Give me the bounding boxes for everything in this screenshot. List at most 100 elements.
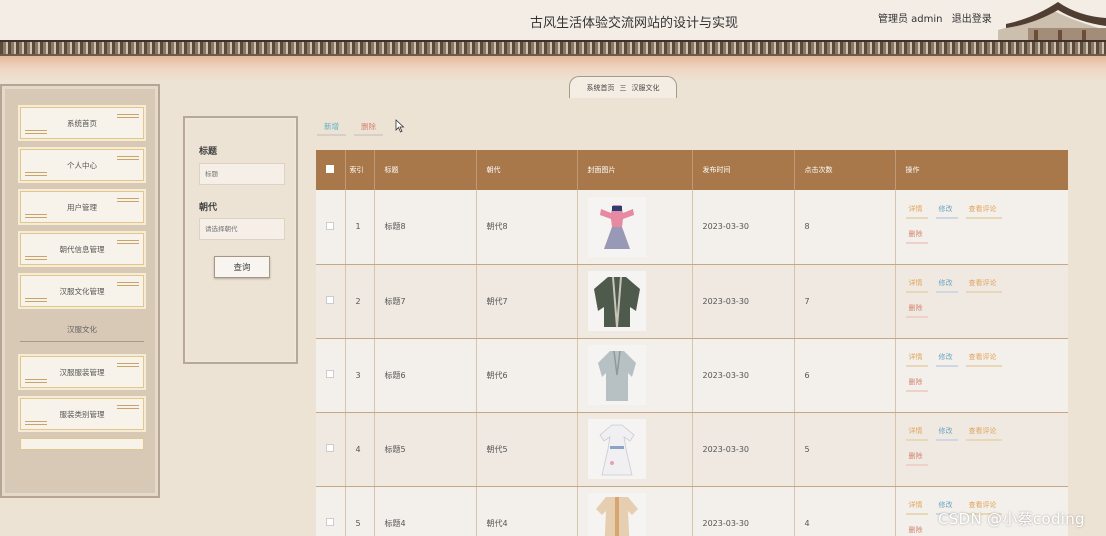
- row-actions: 详情 修改 查看评论删除: [895, 338, 1068, 413]
- edit-button[interactable]: 修改: [935, 424, 958, 441]
- row-checkbox[interactable]: [326, 221, 334, 230]
- breadcrumb: 系统首页 三 汉服文化: [569, 76, 677, 98]
- sidebar-section-label: 汉服文化: [20, 324, 144, 342]
- detail-button[interactable]: 详情: [905, 498, 928, 515]
- white-hanfu-image[interactable]: [587, 419, 646, 479]
- table-row: 2 标题7 朝代7 2023-03-30 7 详情 修改 查看评论 删除: [316, 264, 1068, 339]
- row-clicks: 7: [794, 264, 896, 339]
- row-select[interactable]: [316, 190, 346, 265]
- row-date: 2023-03-30: [692, 412, 795, 487]
- ink-wash-band: [0, 56, 1106, 82]
- sidebar-item-dynasty[interactable]: 朝代信息管理: [20, 233, 144, 265]
- sidebar-item-profile[interactable]: 个人中心: [20, 149, 144, 181]
- row-select[interactable]: [316, 486, 346, 536]
- row-cover: [577, 190, 693, 265]
- row-index: 4: [345, 412, 375, 487]
- sidebar: 系统首页 个人中心 用户管理 朝代信息管理 汉服文化管理 汉服文化 汉服服装管理…: [0, 84, 160, 498]
- dark-robe-image[interactable]: [587, 271, 646, 331]
- row-title: 标题4: [374, 486, 477, 536]
- select-all-checkbox[interactable]: [326, 165, 334, 173]
- row-actions: 详情 修改 查看评论删除: [895, 264, 1068, 339]
- row-checkbox[interactable]: [326, 370, 334, 378]
- sidebar-item-partial[interactable]: [20, 438, 144, 450]
- header-dynasty: 朝代: [476, 150, 578, 190]
- logout-link[interactable]: 退出登录: [952, 14, 992, 25]
- title-search-input[interactable]: [199, 163, 285, 185]
- edit-button[interactable]: 修改: [935, 202, 958, 219]
- row-dynasty: 朝代8: [476, 190, 578, 265]
- dynasty-filter-label: 朝代: [199, 203, 218, 213]
- header-actions: 操作: [895, 150, 1068, 190]
- row-dynasty: 朝代5: [476, 412, 578, 487]
- delete-button[interactable]: 删除: [905, 227, 928, 244]
- sidebar-item-users[interactable]: 用户管理: [20, 191, 144, 223]
- header-title: 标题: [374, 150, 477, 190]
- add-button[interactable]: 新增: [317, 119, 346, 136]
- table-row: 4 标题5 朝代5 2023-03-30 5 详情 修改 查看评论 删除: [316, 412, 1068, 487]
- row-date: 2023-03-30: [692, 264, 795, 339]
- user-role: 管理员 admin: [878, 14, 943, 25]
- sidebar-item-hanfu-clothing[interactable]: 汉服服装管理: [20, 356, 144, 388]
- row-actions: 详情 修改 查看评论删除: [895, 190, 1068, 265]
- detail-button[interactable]: 详情: [905, 350, 928, 367]
- sidebar-item-home[interactable]: 系统首页: [20, 107, 144, 139]
- row-index: 1: [345, 190, 375, 265]
- detail-button[interactable]: 详情: [905, 202, 928, 219]
- row-cover: [577, 486, 693, 536]
- grey-robe-image[interactable]: [587, 345, 646, 405]
- view-comments-button[interactable]: 查看评论: [965, 276, 1002, 293]
- row-cover: [577, 264, 693, 339]
- pavilion-roof-icon: [998, 2, 1106, 42]
- row-date: 2023-03-30: [692, 338, 795, 413]
- row-clicks: 8: [794, 190, 896, 265]
- row-title: 标题5: [374, 412, 477, 487]
- row-index: 3: [345, 338, 375, 413]
- top-header: 古风生活体验交流网站的设计与实现 管理员 admin 退出登录: [0, 0, 1106, 42]
- breadcrumb-separator-icon: 三: [619, 83, 627, 92]
- row-select[interactable]: [316, 412, 346, 487]
- row-date: 2023-03-30: [692, 190, 795, 265]
- delete-button[interactable]: 删除: [906, 523, 928, 536]
- dynasty-search-input[interactable]: [199, 218, 285, 240]
- header-select-all[interactable]: [316, 150, 346, 190]
- sidebar-item-clothing-category[interactable]: 服装类别管理: [20, 398, 144, 430]
- row-date: 2023-03-30: [692, 486, 795, 536]
- breadcrumb-home[interactable]: 系统首页: [587, 83, 615, 93]
- row-dynasty: 朝代7: [476, 264, 578, 339]
- csdn-watermark: CSDN @小蔡coding: [938, 510, 1085, 528]
- row-clicks: 5: [794, 412, 896, 487]
- detail-button[interactable]: 详情: [905, 276, 928, 293]
- row-index: 5: [345, 486, 375, 536]
- pink-hanfu-image[interactable]: [587, 196, 646, 257]
- header-index: 索引: [345, 150, 375, 190]
- row-select[interactable]: [316, 264, 346, 339]
- row-select[interactable]: [316, 338, 346, 413]
- row-index: 2: [345, 264, 375, 339]
- delete-button[interactable]: 删除: [905, 375, 928, 392]
- row-cover: [577, 338, 693, 413]
- edit-button[interactable]: 修改: [935, 350, 958, 367]
- delete-button[interactable]: 删除: [905, 301, 928, 318]
- row-title: 标题8: [374, 190, 477, 265]
- edit-button[interactable]: 修改: [935, 276, 958, 293]
- title-filter-label: 标题: [199, 147, 218, 157]
- view-comments-button[interactable]: 查看评论: [965, 202, 1002, 219]
- site-title: 古风生活体验交流网站的设计与实现: [530, 16, 739, 31]
- beige-hanfu-image[interactable]: [587, 493, 646, 536]
- row-checkbox[interactable]: [326, 444, 334, 452]
- row-clicks: 4: [794, 486, 896, 536]
- view-comments-button[interactable]: 查看评论: [965, 424, 1002, 441]
- delete-button[interactable]: 删除: [905, 449, 928, 466]
- row-checkbox[interactable]: [326, 296, 334, 304]
- sidebar-item-hanfu-culture[interactable]: 汉服文化管理: [20, 275, 144, 307]
- table-row: 3 标题6 朝代6 2023-03-30 6 详情 修改 查看评论 删除: [316, 338, 1068, 413]
- table-row: 1 标题8 朝代8 2023-03-30 8 详情 修改 查看评论 删除: [316, 190, 1068, 265]
- batch-delete-button[interactable]: 删除: [354, 119, 383, 136]
- view-comments-button[interactable]: 查看评论: [965, 350, 1002, 367]
- header-cover: 封面图片: [577, 150, 693, 190]
- search-panel: 标题 朝代 查询: [183, 116, 298, 364]
- row-checkbox[interactable]: [326, 518, 334, 526]
- query-button[interactable]: 查询: [214, 256, 270, 278]
- row-actions: 详情 修改 查看评论删除: [895, 412, 1068, 487]
- detail-button[interactable]: 详情: [905, 424, 928, 441]
